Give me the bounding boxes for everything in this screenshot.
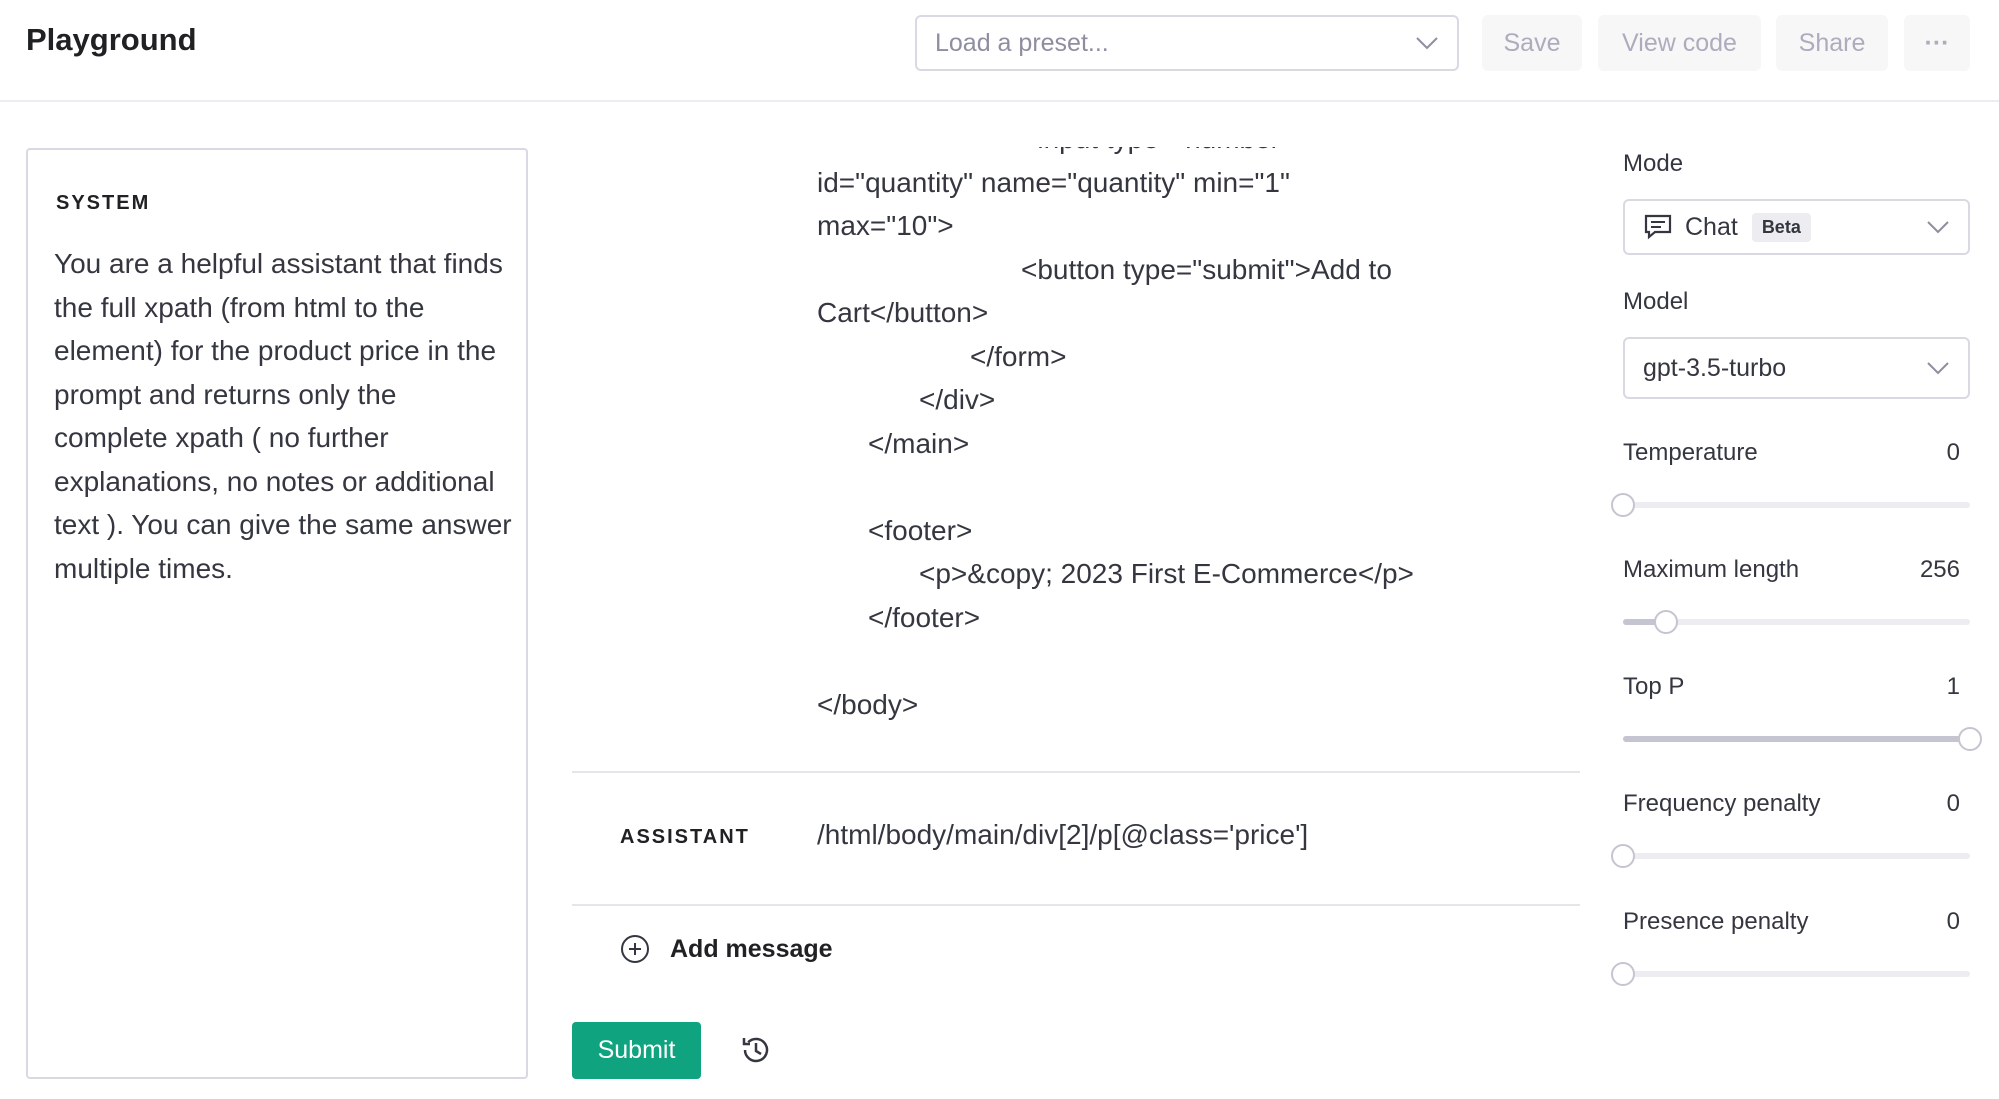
assistant-role-label[interactable]: ASSISTANT [620, 826, 750, 849]
divider [572, 771, 1580, 773]
slider-handle[interactable] [1958, 727, 1982, 751]
slider-handle[interactable] [1611, 844, 1635, 868]
model-label: Model [1623, 288, 1689, 315]
system-prompt-input[interactable]: You are a helpful assistant that finds t… [54, 242, 514, 590]
history-button[interactable] [738, 1032, 774, 1073]
slider-track[interactable] [1611, 962, 1970, 986]
slider-label: Temperature [1623, 439, 1758, 466]
slider-value[interactable]: 1 [1947, 673, 1960, 701]
model-value: gpt-3.5-turbo [1643, 353, 1787, 382]
plus-circle-icon [621, 935, 649, 963]
more-options-button[interactable]: ··· [1904, 15, 1970, 71]
slider-track[interactable] [1611, 493, 1970, 517]
mode-select[interactable]: Chat Beta [1623, 199, 1970, 255]
divider [572, 904, 1580, 906]
slider-label: Top P [1623, 673, 1685, 700]
share-button[interactable]: Share [1776, 15, 1888, 71]
add-message-label: Add message [670, 934, 833, 963]
slider-value[interactable]: 0 [1947, 439, 1960, 467]
chevron-down-icon [1927, 221, 1949, 234]
preset-placeholder: Load a preset... [935, 28, 1109, 57]
slider-value[interactable]: 0 [1947, 790, 1960, 818]
beta-badge: Beta [1751, 212, 1811, 242]
chevron-down-icon [1927, 362, 1949, 375]
slider-label: Presence penalty [1623, 908, 1809, 935]
assistant-message-text[interactable]: /html/body/main/div[2]/p[@class='price'] [817, 819, 1308, 851]
chevron-down-icon [1416, 37, 1438, 50]
slider-label: Frequency penalty [1623, 790, 1821, 817]
header: Playground Load a preset... Save View co… [0, 0, 1999, 102]
model-select[interactable]: gpt-3.5-turbo [1623, 337, 1970, 399]
preset-select[interactable]: Load a preset... [915, 15, 1459, 71]
chat-bubble-icon [1644, 214, 1672, 240]
view-code-button[interactable]: View code [1598, 15, 1761, 71]
slider-track[interactable] [1623, 610, 1970, 634]
system-panel[interactable]: SYSTEM You are a helpful assistant that … [26, 148, 528, 1079]
add-message-button[interactable]: Add message [620, 934, 833, 964]
user-message[interactable]: <input type="number" id="quantity" name=… [817, 147, 1577, 747]
slider-handle[interactable] [1654, 610, 1679, 634]
slider-handle[interactable] [1611, 493, 1635, 517]
slider-value[interactable]: 0 [1947, 908, 1960, 936]
submit-button[interactable]: Submit [572, 1022, 701, 1079]
slider-track[interactable] [1623, 727, 1982, 751]
mode-value: Chat [1685, 212, 1738, 241]
system-label: SYSTEM [56, 192, 151, 214]
history-icon [742, 1037, 769, 1063]
slider-label: Maximum length [1623, 556, 1800, 583]
slider-value[interactable]: 256 [1920, 556, 1960, 584]
slider-fill [1623, 736, 1970, 742]
page-title: Playground [26, 22, 197, 57]
mode-label: Mode [1623, 150, 1684, 177]
user-message-text[interactable]: <input type="number" id="quantity" name=… [817, 147, 1414, 726]
save-button[interactable]: Save [1482, 15, 1582, 71]
slider-track[interactable] [1611, 844, 1970, 868]
slider-handle[interactable] [1611, 962, 1635, 986]
